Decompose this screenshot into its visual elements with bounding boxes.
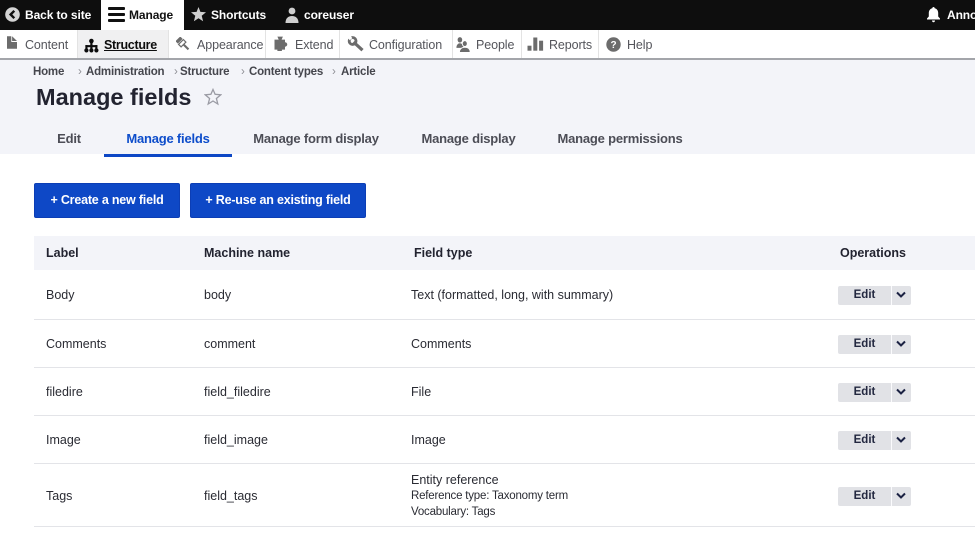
- svg-text:?: ?: [610, 40, 616, 51]
